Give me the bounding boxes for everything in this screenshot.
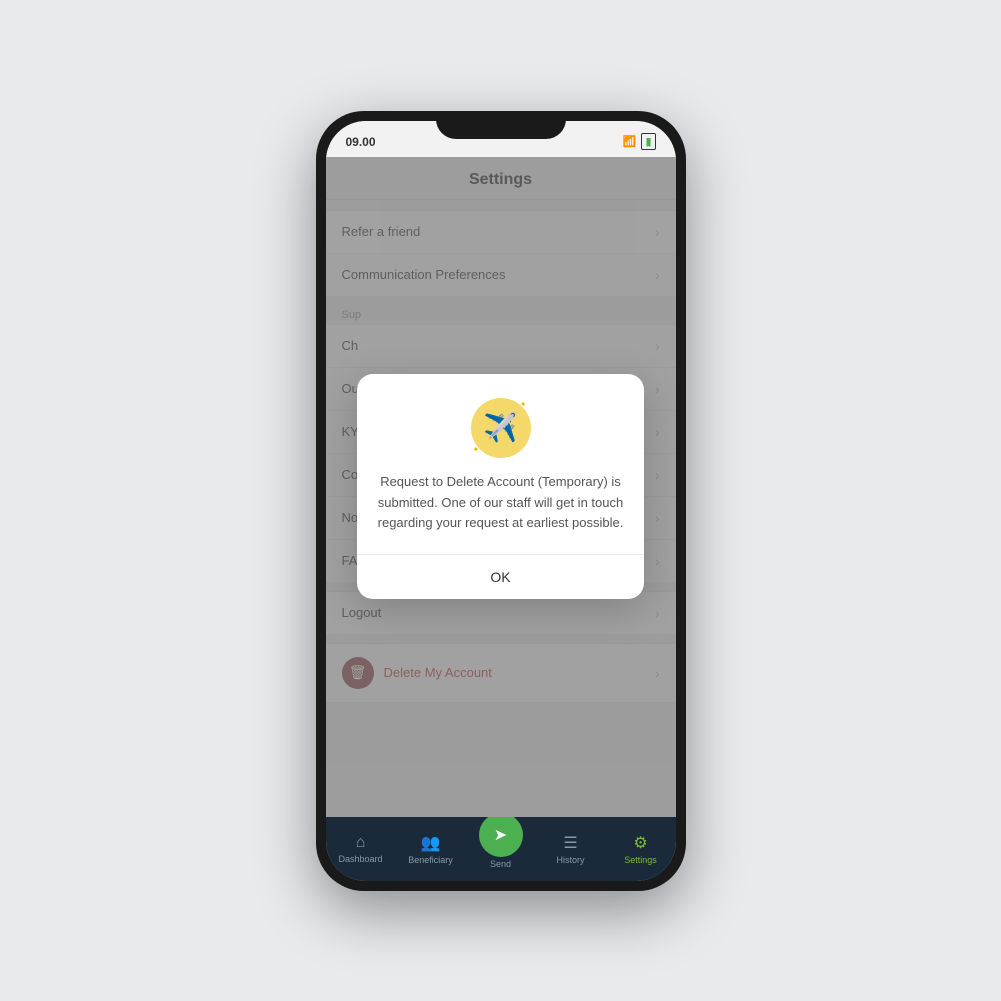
nav-label-send: Send <box>490 859 511 869</box>
modal-card: ✈️ ✦ ✦ Request to Delete Account (Tempor… <box>357 374 644 599</box>
paper-plane-icon: ✈️ ✦ ✦ <box>471 398 531 458</box>
nav-label-history: History <box>556 855 584 865</box>
bottom-nav: ⌂ Dashboard 👥 Beneficiary ➤ Send ☰ Histo… <box>326 817 676 881</box>
nav-label-dashboard: Dashboard <box>338 854 382 864</box>
wifi-icon: 📶 <box>623 135 637 148</box>
screen-content: Settings Refer a friend › Communication … <box>326 157 676 817</box>
nav-item-send[interactable]: ➤ Send <box>466 829 536 869</box>
nav-label-beneficiary: Beneficiary <box>408 855 453 865</box>
home-icon: ⌂ <box>356 834 366 852</box>
modal-icon-area: ✈️ ✦ ✦ <box>377 398 624 458</box>
beneficiary-icon: 👥 <box>421 833 441 853</box>
modal-ok-button[interactable]: OK <box>377 555 624 599</box>
send-icon: ➤ <box>494 825 507 845</box>
phone-notch <box>436 111 566 139</box>
history-icon: ☰ <box>563 833 577 853</box>
star-deco-1: ✦ <box>520 400 527 409</box>
phone-frame: 09.00 📶 ▮ Settings Refer a friend <box>316 111 686 891</box>
nav-item-dashboard[interactable]: ⌂ Dashboard <box>326 834 396 864</box>
nav-item-history[interactable]: ☰ History <box>536 833 606 865</box>
modal-message: Request to Delete Account (Temporary) is… <box>377 472 624 534</box>
phone-screen: 09.00 📶 ▮ Settings Refer a friend <box>326 121 676 881</box>
nav-item-settings[interactable]: ⚙ Settings <box>606 833 676 865</box>
star-deco-2: ✦ <box>473 445 480 454</box>
modal-overlay: ✈️ ✦ ✦ Request to Delete Account (Tempor… <box>326 157 676 817</box>
nav-label-settings: Settings <box>624 855 657 865</box>
settings-icon: ⚙ <box>633 833 647 853</box>
status-icons: 📶 ▮ <box>623 133 656 150</box>
battery-icon: ▮ <box>641 133 655 150</box>
send-button[interactable]: ➤ <box>479 813 523 857</box>
nav-item-beneficiary[interactable]: 👥 Beneficiary <box>396 833 466 865</box>
status-time: 09.00 <box>346 135 376 149</box>
